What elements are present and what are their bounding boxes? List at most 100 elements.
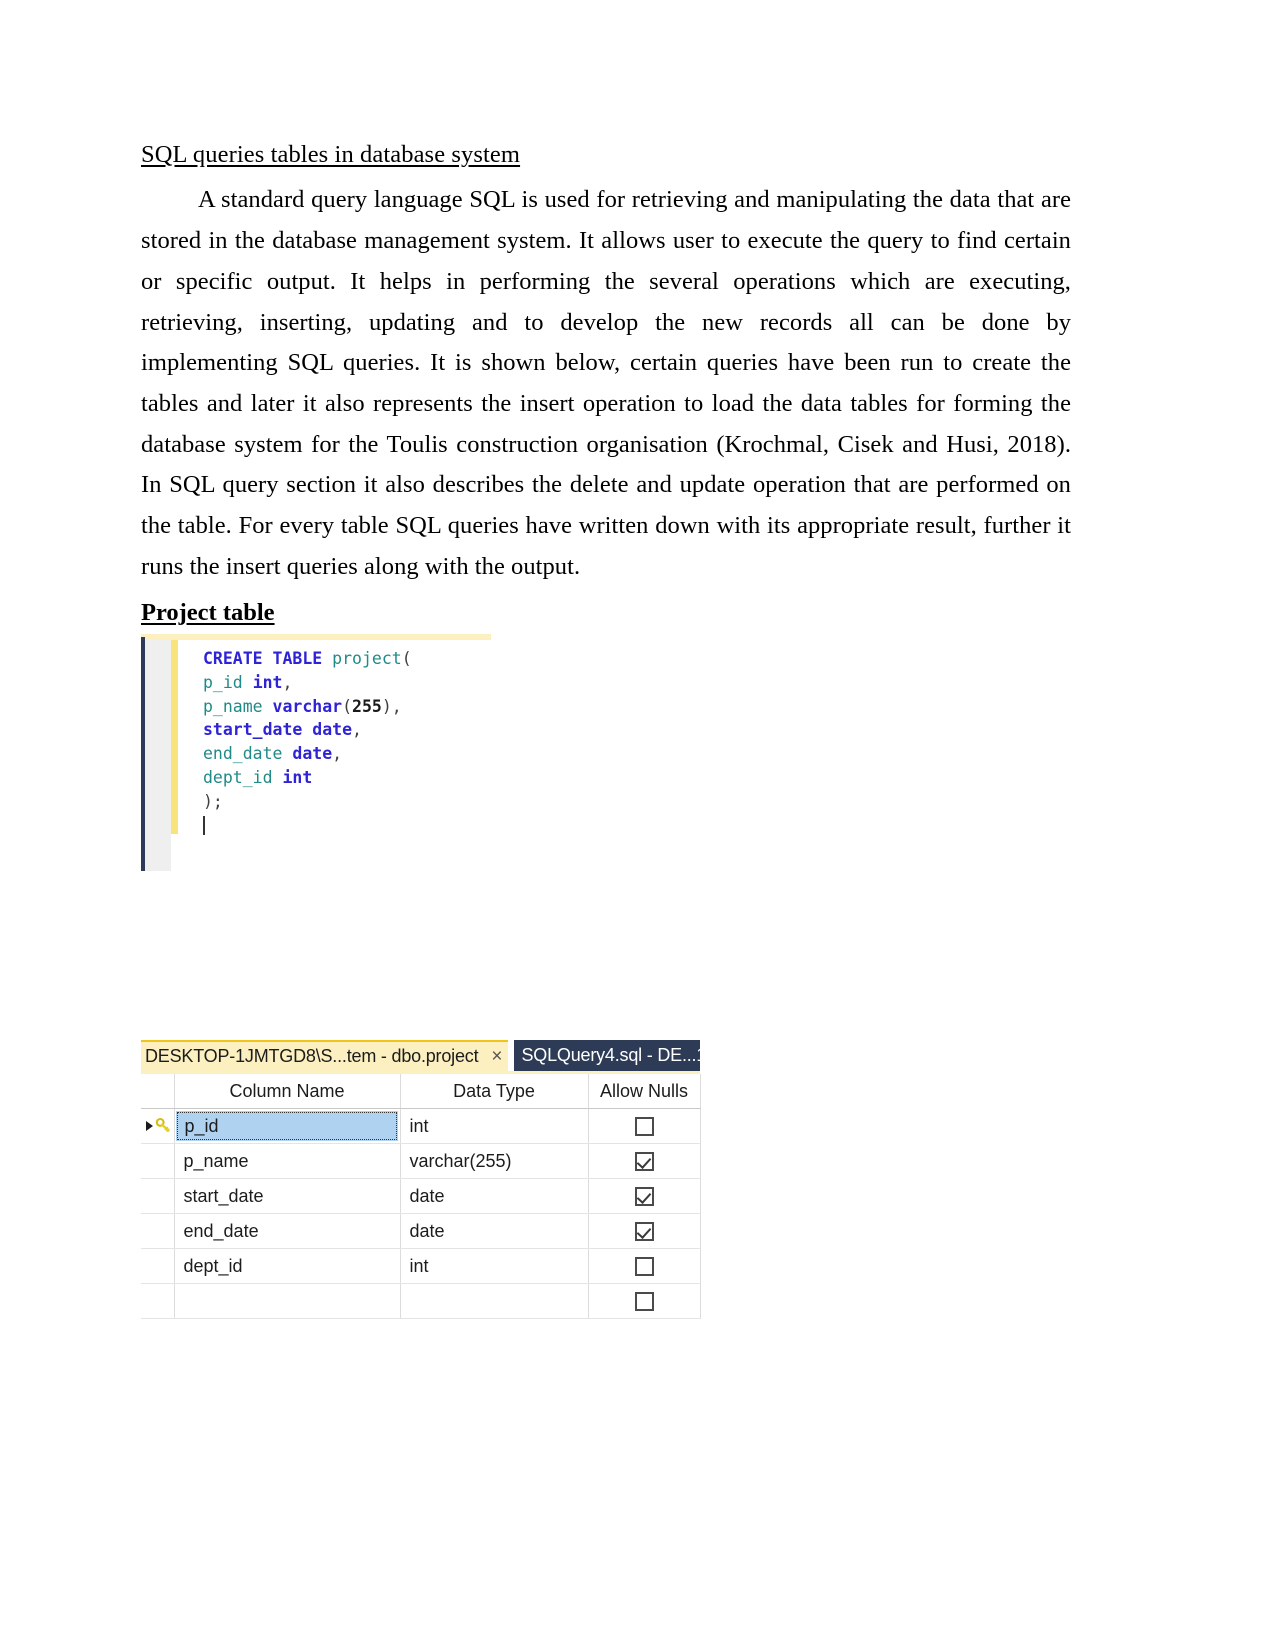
allow-nulls-cell[interactable] [588, 1248, 701, 1284]
row-selector-cell[interactable] [141, 1213, 175, 1249]
tab-dbo-project[interactable]: DESKTOP-1JMTGD8\S...tem - dbo.project × [141, 1040, 509, 1071]
code-change-bar [171, 640, 178, 834]
row-selector-cell[interactable] [141, 1248, 175, 1284]
data-type-value: varchar(255) [409, 1150, 512, 1171]
code-token: , [332, 744, 343, 764]
table-row[interactable]: dept_id int [141, 1248, 701, 1284]
column-name-cell[interactable]: p_id [174, 1108, 401, 1144]
code-token: p_id [203, 672, 243, 692]
checkbox-checked-icon[interactable] [634, 1221, 654, 1241]
allow-nulls-wrap [589, 1116, 700, 1136]
column-name-cell[interactable]: end_date [174, 1213, 401, 1249]
allow-nulls-cell[interactable] [588, 1213, 701, 1249]
code-token: dept_id [203, 767, 273, 787]
code-token: TABLE [272, 649, 323, 668]
allow-nulls-cell[interactable] [588, 1108, 701, 1144]
section-heading-wrap: Project table [141, 592, 1071, 627]
grid-header-column-name[interactable]: Column Name [174, 1074, 401, 1109]
code-token: ( [342, 696, 353, 716]
grid-body: p_id int p_name varchar(255) start_date date e… [141, 1108, 701, 1319]
column-name-cell[interactable] [174, 1283, 401, 1319]
code-token: p_name [203, 696, 263, 716]
allow-nulls-cell[interactable] [588, 1283, 701, 1319]
sql-code-screenshot: CREATE TABLE project( p_id int, p_name v… [141, 634, 491, 871]
code-token: start_date [203, 720, 303, 740]
data-type-cell[interactable] [400, 1283, 589, 1319]
checkbox-unchecked-icon[interactable] [634, 1116, 654, 1136]
row-selector-cell[interactable] [141, 1283, 175, 1319]
section-heading: Project table [141, 599, 275, 627]
document-body: SQL queries tables in database system A … [141, 140, 1071, 627]
tab-dbo-project-label: DESKTOP-1JMTGD8\S...tem - dbo.project [145, 1046, 479, 1066]
allow-nulls-cell[interactable] [588, 1143, 701, 1179]
allow-nulls-wrap [589, 1291, 700, 1311]
row-selector-cell[interactable] [141, 1143, 175, 1179]
column-definition-grid: Column Name Data Type Allow Nulls p_id in… [141, 1074, 701, 1319]
code-token: date [292, 744, 333, 764]
table-row[interactable]: p_name varchar(255) [141, 1143, 701, 1179]
code-token: ( [401, 649, 412, 668]
code-token: 255 [352, 696, 382, 716]
column-name-value: dept_id [183, 1255, 243, 1276]
column-name-value: start_date [183, 1185, 264, 1206]
code-token: project [332, 649, 402, 668]
close-icon[interactable]: × [491, 1047, 502, 1066]
tab-sqlquery4[interactable]: SQLQuery4.sql - DE...1JM [514, 1040, 700, 1071]
code-token: end_date [203, 744, 283, 764]
body-paragraph: A standard query language SQL is used fo… [141, 180, 1071, 587]
sql-code-text[interactable]: CREATE TABLE project( p_id int, p_name v… [178, 640, 491, 871]
editor-tab-bar: DESKTOP-1JMTGD8\S...tem - dbo.project × … [141, 1040, 700, 1071]
code-token: , [282, 672, 293, 692]
table-row[interactable]: start_date date [141, 1178, 701, 1214]
text-caret [203, 815, 205, 835]
column-name-value: p_name [183, 1150, 249, 1171]
code-token: date [312, 720, 353, 740]
allow-nulls-cell[interactable] [588, 1178, 701, 1214]
table-row[interactable]: p_id int [141, 1108, 701, 1144]
code-token: varchar [272, 696, 343, 716]
page-title: SQL queries tables in database system [141, 141, 521, 168]
checkbox-unchecked-icon[interactable] [634, 1291, 654, 1311]
checkbox-checked-icon[interactable] [634, 1186, 654, 1206]
allow-nulls-wrap [589, 1151, 700, 1171]
code-token: ); [203, 791, 223, 811]
table-row[interactable] [141, 1283, 701, 1319]
column-name-cell[interactable]: p_name [174, 1143, 401, 1179]
column-name-cell[interactable]: dept_id [174, 1248, 401, 1284]
grid-header-selector [141, 1074, 175, 1109]
grid-header: Column Name Data Type Allow Nulls [141, 1074, 701, 1109]
primary-key-icon [155, 1117, 171, 1136]
row-marker [141, 1117, 174, 1136]
row-selector-cell[interactable] [141, 1108, 175, 1144]
data-type-value: date [409, 1220, 445, 1241]
grid-header-row: Column Name Data Type Allow Nulls [141, 1074, 701, 1109]
code-token: CREATE [203, 649, 263, 668]
data-type-value: int [409, 1255, 429, 1276]
row-selector-cell[interactable] [141, 1178, 175, 1214]
data-type-cell[interactable]: int [400, 1108, 589, 1144]
ssms-table-designer-screenshot: DESKTOP-1JMTGD8\S...tem - dbo.project × … [141, 1040, 701, 1319]
column-name-input[interactable]: p_id [175, 1111, 398, 1141]
checkbox-checked-icon[interactable] [634, 1151, 654, 1171]
data-type-cell[interactable]: date [400, 1213, 589, 1249]
data-type-cell[interactable]: varchar(255) [400, 1143, 589, 1179]
code-token: int [282, 767, 313, 787]
grid-header-allow-nulls[interactable]: Allow Nulls [588, 1074, 701, 1109]
table-row[interactable]: end_date date [141, 1213, 701, 1249]
tab-sqlquery4-label: SQLQuery4.sql - DE...1JM [521, 1045, 700, 1065]
document-page: SQL queries tables in database system A … [0, 0, 1275, 1650]
data-type-cell[interactable]: int [400, 1248, 589, 1284]
allow-nulls-wrap [589, 1221, 700, 1241]
data-type-cell[interactable]: date [400, 1178, 589, 1214]
code-token: ), [381, 696, 402, 716]
column-name-cell[interactable]: start_date [174, 1178, 401, 1214]
allow-nulls-wrap [589, 1186, 700, 1206]
grid-header-data-type[interactable]: Data Type [400, 1074, 589, 1109]
checkbox-unchecked-icon[interactable] [634, 1256, 654, 1276]
